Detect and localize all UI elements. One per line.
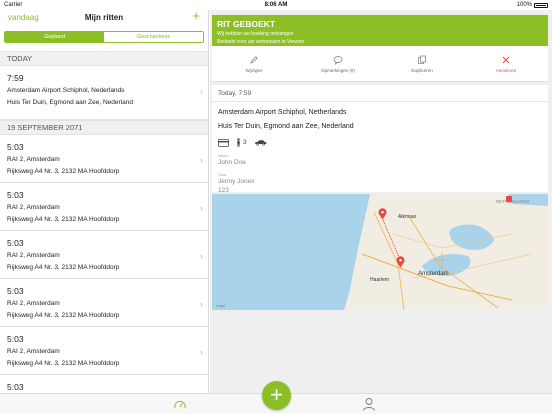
duplicate-label: Dupliceren xyxy=(411,67,433,73)
pickup-pin-icon[interactable] xyxy=(378,208,387,220)
ride-list-item[interactable]: 5:03 RAI 2, Amsterdam Rijksweg A4 Nr. 3,… xyxy=(0,279,208,327)
divider xyxy=(212,101,548,102)
page-title: Mijn ritten xyxy=(84,13,124,22)
field-label: Gast xyxy=(218,172,227,177)
status-bar: Carrier 8:06 AM 100% xyxy=(0,0,552,10)
ride-pickup: RAI 2, Amsterdam xyxy=(7,348,60,355)
map-marker-icon xyxy=(506,196,512,202)
status-time: 8:06 AM xyxy=(264,2,288,8)
close-icon xyxy=(502,56,510,63)
ride-destination-address: Huis Ter Duin, Egmond aan Zee, Nederland xyxy=(218,123,354,130)
destination-pin-icon[interactable] xyxy=(396,256,405,268)
ride-destination: Rijksweg A4 Nr. 3, 2132 MA Hoofddorp xyxy=(7,168,120,175)
duplicate-button[interactable]: Dupliceren xyxy=(380,46,464,81)
map-label-netherlands: NETHERLANDS xyxy=(496,199,530,204)
chevron-right-icon: › xyxy=(200,155,203,165)
credit-card-icon xyxy=(218,138,229,147)
booking-confirmation-banner: RIT GEBOEKT Wij hebben uw boeking ontvan… xyxy=(212,15,548,46)
ride-list-item[interactable]: 5:03 xyxy=(0,375,208,393)
battery-icon xyxy=(534,2,548,8)
car-icon xyxy=(254,140,266,146)
passenger-count-value: 3 xyxy=(243,139,247,146)
chevron-right-icon: › xyxy=(200,86,203,96)
rides-segment-control: Gepland Geschiedenis xyxy=(4,31,204,43)
chevron-right-icon: › xyxy=(200,299,203,309)
route-map[interactable]: Alkmaar Amsterdam Haarlem NETHERLANDS Le… xyxy=(212,194,548,310)
banner-line: Wij hebben uw boeking ontvangen xyxy=(217,31,294,37)
ride-action-bar: Wijzigen Opmerkingen (0) Dupliceren Annu… xyxy=(212,46,548,82)
ride-list-item[interactable]: 5:03 RAI 2, Amsterdam Rijksweg A4 Nr. 3,… xyxy=(0,327,208,375)
ride-destination: Rijksweg A4 Nr. 3, 2132 MA Hoofddorp xyxy=(7,216,120,223)
ride-time: 5:03 xyxy=(7,190,24,200)
person-icon xyxy=(237,138,240,147)
cancel-label: Annuleren xyxy=(495,67,517,73)
pencil-icon xyxy=(250,55,258,63)
battery-indicator: 100% xyxy=(517,2,548,8)
comment-icon xyxy=(333,55,343,65)
comments-button[interactable]: Opmerkingen (0) xyxy=(296,46,380,81)
ride-pickup: RAI 2, Amsterdam xyxy=(7,300,60,307)
ride-time: 5:03 xyxy=(7,286,24,296)
edit-label: Wijzigen xyxy=(245,67,263,73)
reference-number: 123 xyxy=(218,187,229,194)
user-profile-icon[interactable] xyxy=(362,397,376,411)
ride-time: 5:03 xyxy=(7,142,24,152)
ride-pickup: RAI 2, Amsterdam xyxy=(7,156,60,163)
ride-detail-card: Today, 7:59 Amsterdam Airport Schiphol, … xyxy=(212,85,548,194)
map-legal-link[interactable]: Legal xyxy=(216,304,225,308)
ride-detail-panel: RIT GEBOEKT Wij hebben uw boeking ontvan… xyxy=(210,10,552,393)
comments-label: Opmerkingen (0) xyxy=(321,67,355,73)
rides-header: vandaag Mijn ritten + xyxy=(0,10,208,28)
speedometer-icon[interactable] xyxy=(173,398,187,412)
guest-name: Jenny Jones xyxy=(218,178,255,185)
section-header-date: 19 SEPTEMBER 2071 xyxy=(0,120,208,135)
ride-pickup-address: Amsterdam Airport Schiphol, Netherlands xyxy=(218,109,347,116)
rides-panel: vandaag Mijn ritten + Gepland Geschieden… xyxy=(0,10,209,393)
banner-line: Bedankt voor uw vertrouwen in Vervoer xyxy=(217,39,305,45)
ride-pickup: Amsterdam Airport Schiphol, Nederlands xyxy=(7,87,125,94)
ride-list-item[interactable]: 5:03 RAI 2, Amsterdam Rijksweg A4 Nr. 3,… xyxy=(0,135,208,183)
ride-list-item[interactable]: 7:59 Amsterdam Airport Schiphol, Nederla… xyxy=(0,66,208,120)
field-label: Naam xyxy=(218,153,229,158)
duplicate-icon xyxy=(418,55,426,64)
map-label-alkmaar: Alkmaar xyxy=(398,214,417,220)
add-ride-button[interactable]: + xyxy=(192,10,200,22)
customer-name: John Doe xyxy=(218,159,246,166)
ride-time: 5:03 xyxy=(7,334,24,344)
add-ride-fab-button[interactable]: + xyxy=(262,381,291,410)
ride-destination: Huis Ter Duin, Egmond aan Zee, Nederland xyxy=(7,99,133,106)
ride-list-item[interactable]: 5:03 RAI 2, Amsterdam Rijksweg A4 Nr. 3,… xyxy=(0,231,208,279)
ride-pickup: RAI 2, Amsterdam xyxy=(7,252,60,259)
section-header-today: TODAY xyxy=(0,51,208,66)
ride-time: 7:59 xyxy=(7,73,24,83)
ride-pickup: RAI 2, Amsterdam xyxy=(7,204,60,211)
ride-datetime: Today, 7:59 xyxy=(218,90,252,97)
chevron-right-icon: › xyxy=(200,347,203,357)
segment-history[interactable]: Geschiedenis xyxy=(104,32,203,42)
banner-title: RIT GEBOEKT xyxy=(217,19,276,29)
edit-button[interactable]: Wijzigen xyxy=(212,46,296,81)
ride-destination: Rijksweg A4 Nr. 3, 2132 MA Hoofddorp xyxy=(7,312,120,319)
chevron-right-icon: › xyxy=(200,251,203,261)
ride-attributes: 3 xyxy=(218,138,542,147)
map-label-amsterdam: Amsterdam xyxy=(418,271,449,277)
battery-percent: 100% xyxy=(516,2,532,8)
segment-planned[interactable]: Gepland xyxy=(5,32,104,42)
passenger-count: 3 xyxy=(236,138,247,147)
ride-time: 5:03 xyxy=(7,238,24,248)
map-label-haarlem: Haarlem xyxy=(370,277,389,283)
cancel-ride-button[interactable]: Annuleren xyxy=(464,46,548,81)
ride-destination: Rijksweg A4 Nr. 3, 2132 MA Hoofddorp xyxy=(7,360,120,367)
chevron-right-icon: › xyxy=(200,203,203,213)
ride-destination: Rijksweg A4 Nr. 3, 2132 MA Hoofddorp xyxy=(7,264,120,271)
ride-list-item[interactable]: 5:03 RAI 2, Amsterdam Rijksweg A4 Nr. 3,… xyxy=(0,183,208,231)
ride-time: 5:03 xyxy=(7,382,24,392)
